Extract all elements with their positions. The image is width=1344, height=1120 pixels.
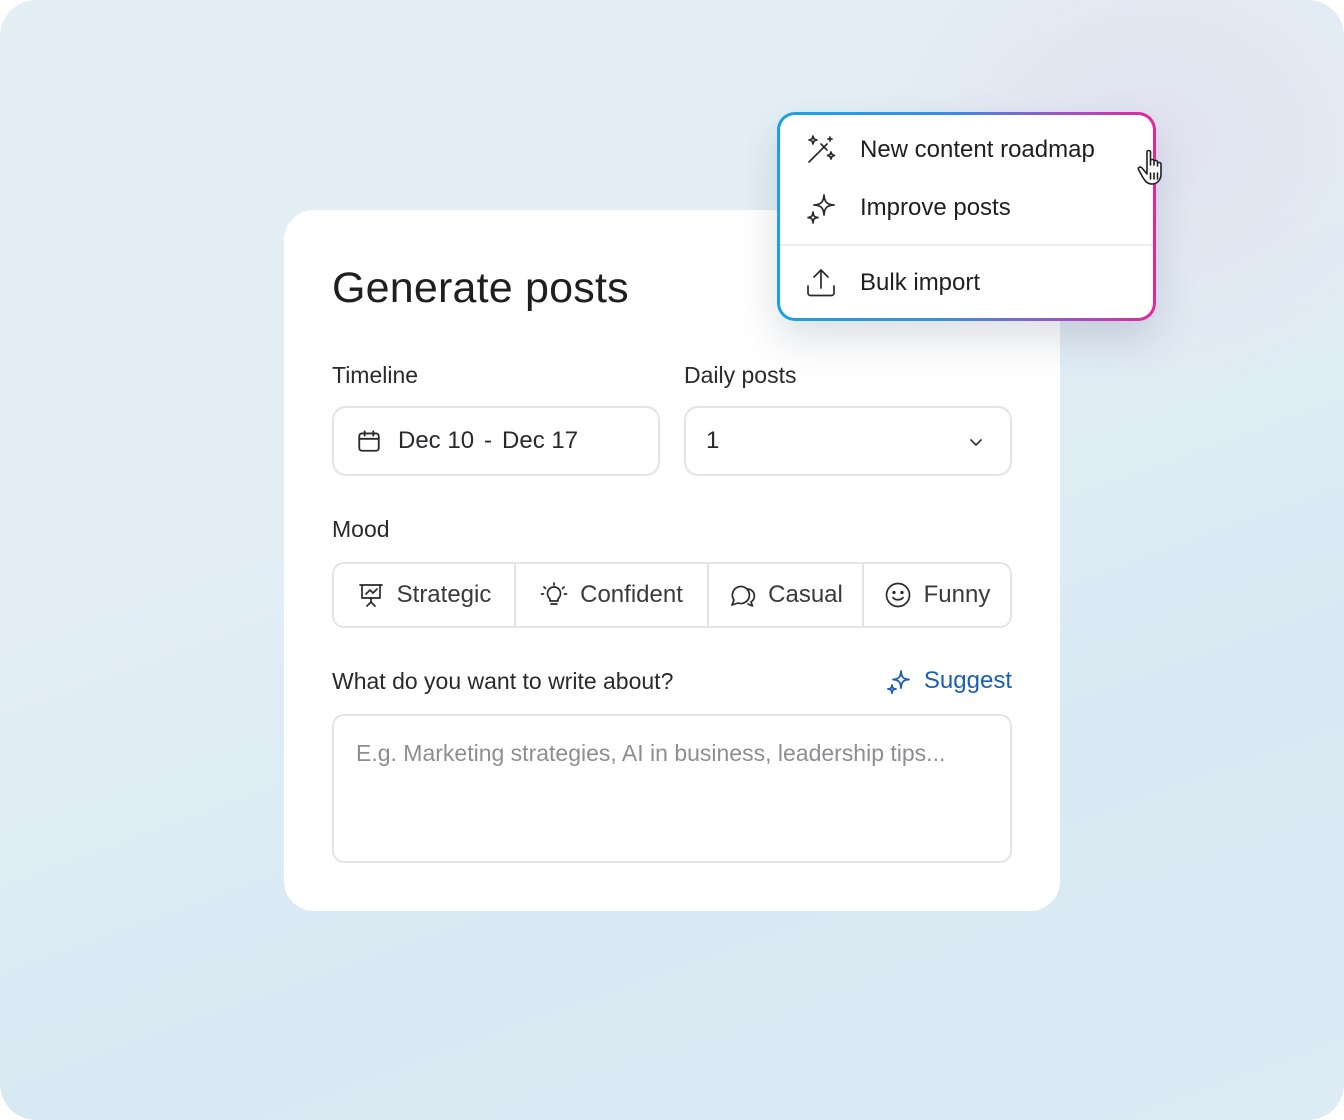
presentation-icon [358, 584, 383, 607]
mood-option-label: Funny [923, 581, 991, 608]
mood-option-confident[interactable]: Confident [516, 564, 709, 626]
hand-pointer-cursor-icon [1137, 149, 1162, 185]
daily-posts-value: 1 [706, 427, 720, 454]
chevron-down-icon [970, 439, 982, 446]
smile-icon [885, 582, 910, 608]
chat-bubbles-icon [731, 585, 756, 607]
mood-option-label: Casual [768, 581, 843, 608]
timeline-label: Timeline [332, 362, 419, 388]
topic-label: What do you want to write about? [332, 668, 674, 694]
daily-posts-select[interactable]: 1 [684, 406, 1012, 476]
menu-item-label: Bulk import [860, 269, 981, 296]
mood-label: Mood [332, 516, 390, 542]
lightbulb-icon [540, 582, 568, 605]
menu-item-label: Improve posts [860, 194, 1011, 221]
timeline-date-range-field[interactable]: Dec 10 - Dec 17 [332, 406, 660, 476]
menu-item-bulk-import[interactable]: Bulk import [780, 254, 1153, 312]
magic-wand-icon [808, 135, 836, 163]
menu-item-new-content-roadmap[interactable]: New content roadmap [780, 121, 1153, 179]
suggest-button[interactable]: Suggest [884, 666, 1012, 696]
sparkles-icon [887, 670, 910, 694]
timeline-end-date: Dec 17 [502, 427, 579, 454]
menu-divider [780, 244, 1153, 246]
timeline-start-date: Dec 10 [398, 427, 475, 454]
mood-option-label: Strategic [396, 581, 492, 608]
actions-dropdown-menu: New content roadmap Improve posts Bulk i… [777, 112, 1156, 321]
mood-option-funny[interactable]: Funny [864, 564, 1010, 626]
menu-item-improve-posts[interactable]: Improve posts [780, 179, 1153, 237]
mood-option-casual[interactable]: Casual [709, 564, 864, 626]
mood-option-strategic[interactable]: Strategic [334, 564, 516, 626]
topic-textarea[interactable]: E.g. Marketing strategies, AI in busines… [332, 714, 1012, 863]
mood-segmented-control: Strategic Confident Casual Funny [332, 562, 1012, 628]
daily-posts-label: Daily posts [684, 362, 797, 388]
timeline-separator: - [484, 427, 493, 454]
sparkles-icon [807, 194, 835, 224]
suggest-label: Suggest [923, 667, 1012, 694]
calendar-icon [358, 430, 380, 452]
page-title: Generate posts [332, 264, 629, 312]
mood-option-label: Confident [580, 581, 683, 608]
topic-placeholder: E.g. Marketing strategies, AI in busines… [356, 740, 946, 766]
menu-item-label: New content roadmap [860, 136, 1095, 163]
upload-icon [807, 269, 835, 297]
